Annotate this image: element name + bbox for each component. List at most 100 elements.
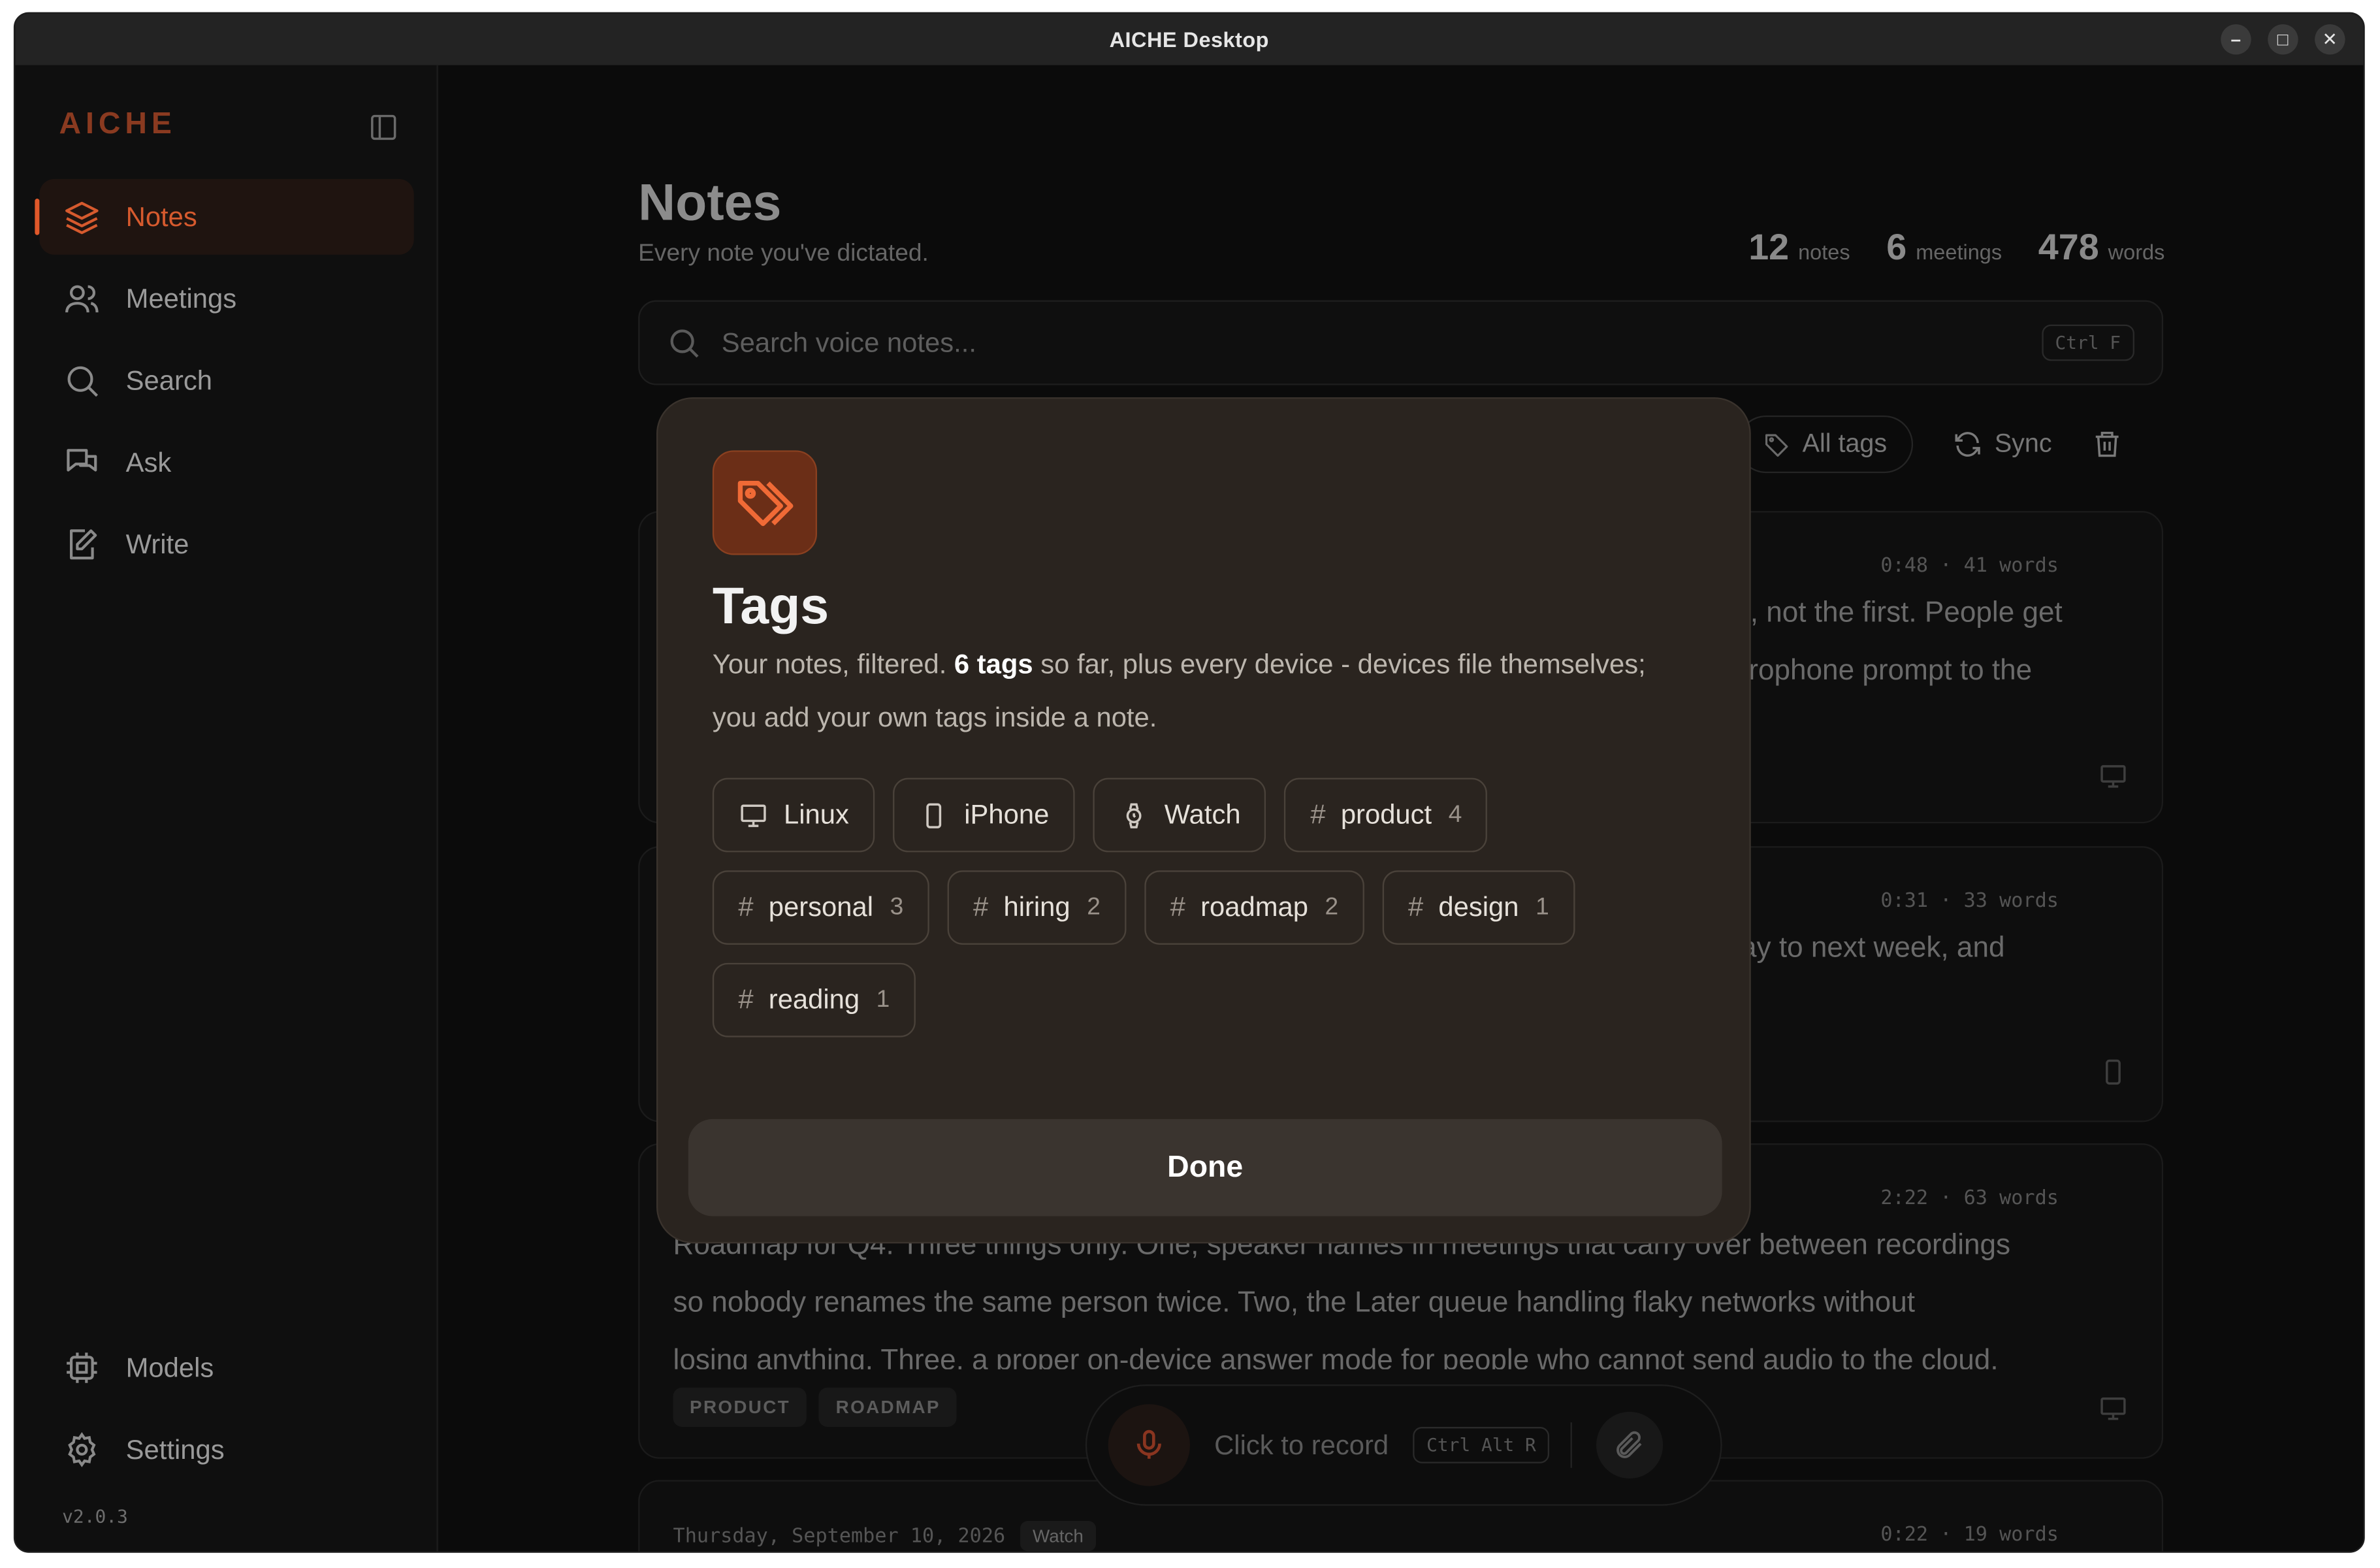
tags-badge <box>712 450 818 555</box>
sync-icon <box>1954 432 1980 457</box>
chip-count: 2 <box>1325 894 1339 920</box>
pen-icon <box>69 529 97 560</box>
stat-label: notes <box>1798 239 1850 264</box>
record-label[interactable]: Click to record <box>1214 1429 1389 1462</box>
note-text-line: so nobody renames the same person twice.… <box>673 1287 1916 1320</box>
phone-icon <box>2106 1059 2121 1085</box>
chip-label: Watch <box>1164 799 1241 830</box>
sidebar-toggle-icon[interactable] <box>368 112 398 142</box>
search-placeholder: Search voice notes... <box>721 327 976 357</box>
dialog-description: Your notes, filtered. 6 tags so far, plu… <box>713 638 1682 744</box>
tags-dialog: Tags Your notes, filtered. 6 tags so far… <box>656 397 1751 1244</box>
sidebar-item-ask[interactable]: Ask <box>39 425 413 500</box>
sidebar-item-notes[interactable]: Notes <box>35 178 414 255</box>
all-tags-button[interactable]: All tags <box>1737 415 1913 474</box>
gear-icon <box>68 1431 96 1467</box>
search-icon <box>67 366 99 397</box>
note-text: n, not the first. People get crophone pr… <box>1734 585 2063 700</box>
stat-meetings: 6 meetings <box>1886 227 2002 270</box>
note-tag[interactable]: PRODUCT <box>673 1387 807 1428</box>
note-tags: PRODUCT ROADMAP <box>673 1387 957 1428</box>
tag-count: 6 tags <box>954 649 1033 679</box>
watch-icon <box>1126 802 1142 828</box>
maximize-button[interactable]: □ <box>2268 24 2298 55</box>
sidebar-item-label: Settings <box>125 1433 225 1464</box>
tag-chip-roadmap[interactable]: # roadmap 2 <box>1144 870 1364 945</box>
page-subtitle: Every note you've dictated. <box>638 241 929 267</box>
app-window: AICHE Desktop – □ ✕ AICHE Notes Meetings… <box>13 12 2365 1553</box>
stat-label: words <box>2108 239 2165 264</box>
chip-count: 3 <box>890 894 904 920</box>
chip-count: 4 <box>1448 801 1462 828</box>
stat-words: 478 words <box>2038 227 2165 270</box>
record-button[interactable] <box>1108 1404 1190 1486</box>
chip-count: 1 <box>1536 894 1549 920</box>
sidebar-item-models[interactable]: Models <box>39 1330 413 1406</box>
sidebar-item-settings[interactable]: Settings <box>39 1412 413 1488</box>
window-title: AICHE Desktop <box>1109 27 1270 52</box>
note-tag[interactable]: ROADMAP <box>819 1387 957 1428</box>
title-bar: AICHE Desktop – □ ✕ <box>15 13 2364 65</box>
note-meta: 0:48 · 41 words <box>1880 555 2059 578</box>
stat-value: 6 <box>1886 227 1907 269</box>
tag-chip-reading[interactable]: # reading 1 <box>712 962 916 1037</box>
app-version: v2.0.3 <box>62 1505 128 1527</box>
attach-button[interactable] <box>1596 1411 1664 1478</box>
tag-icon <box>1765 434 1788 457</box>
note-text-line: crophone prompt to the <box>1734 655 2033 687</box>
page-title: Notes <box>638 174 782 233</box>
sync-label: Sync <box>1994 429 2052 458</box>
monitor-icon <box>2100 765 2126 788</box>
note-text-line: n, not the first. People get <box>1734 597 2063 630</box>
done-button[interactable]: Done <box>688 1119 1722 1217</box>
layers-icon <box>65 201 99 235</box>
notes-toolbar: All tags Sync <box>1737 414 2121 475</box>
tag-chip-design[interactable]: # design 1 <box>1382 870 1575 945</box>
stat-notes: 12 notes <box>1748 227 1850 270</box>
note-date-row: Thursday, September 10, 2026 Watch <box>673 1520 1096 1552</box>
sync-button[interactable]: Sync <box>1952 429 2052 459</box>
stat-value: 12 <box>1748 227 1790 269</box>
note-meta: 2:22 · 63 words <box>1880 1187 2059 1211</box>
trash-icon[interactable] <box>2091 429 2121 459</box>
tag-chip-hiring[interactable]: # hiring 2 <box>947 870 1127 945</box>
note-date: Thursday, September 10, 2026 <box>673 1524 1006 1548</box>
divider <box>1571 1422 1573 1468</box>
chip-label: reading <box>768 984 860 1015</box>
window-controls: – □ ✕ <box>2221 24 2345 55</box>
minimize-button[interactable]: – <box>2221 24 2251 55</box>
note-text-line: losing anything. Three, a proper on-devi… <box>673 1345 1999 1369</box>
users-icon <box>65 285 99 313</box>
sidebar-item-label: Search <box>125 365 213 395</box>
device-chip-watch[interactable]: Watch <box>1093 777 1267 853</box>
monitor-icon <box>2100 1397 2126 1420</box>
search-input[interactable]: Search voice notes... Ctrl F <box>638 300 2164 385</box>
tags-icon <box>737 480 793 526</box>
hash-icon: # <box>738 984 754 1015</box>
sidebar-item-label: Write <box>125 528 189 559</box>
sidebar-item-meetings[interactable]: Meetings <box>39 261 413 336</box>
chip-label: personal <box>768 891 874 923</box>
sidebar-item-label: Models <box>125 1352 214 1382</box>
stage: AICHE Desktop – □ ✕ AICHE Notes Meetings… <box>0 0 2380 1565</box>
device-chip-linux[interactable]: Linux <box>712 777 875 853</box>
chat-icon <box>67 449 97 472</box>
device-chip-iphone[interactable]: iPhone <box>893 777 1075 853</box>
device-tag: Watch <box>1020 1520 1096 1552</box>
cpu-icon <box>67 1352 97 1383</box>
tag-chip-product[interactable]: # product 4 <box>1284 777 1488 853</box>
record-shortcut: Ctrl Alt R <box>1413 1427 1550 1463</box>
note-text: lay to next week, and <box>1734 921 2004 978</box>
tag-list: Linux iPhone Watch # product 4 # persona… <box>712 777 1682 1037</box>
sidebar-nav: Notes Meetings Search Ask Write <box>35 178 414 589</box>
chip-label: product <box>1340 799 1432 830</box>
tag-chip-personal[interactable]: # personal 3 <box>712 870 929 945</box>
search-icon <box>670 329 699 358</box>
close-button[interactable]: ✕ <box>2315 24 2345 55</box>
stats-bar: 12 notes 6 meetings 478 words <box>1748 227 2164 270</box>
stat-label: meetings <box>1916 239 2002 264</box>
sidebar-item-search[interactable]: Search <box>39 343 413 419</box>
hash-icon: # <box>1407 891 1424 923</box>
sidebar-item-write[interactable]: Write <box>39 506 413 582</box>
sidebar-item-label: Notes <box>125 201 197 231</box>
